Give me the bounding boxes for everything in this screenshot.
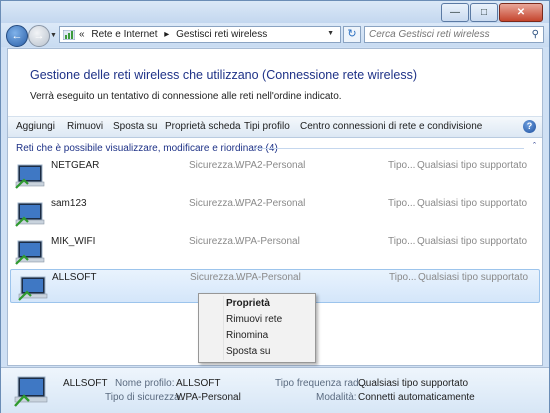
close-button[interactable]: ✕ (499, 3, 543, 22)
adapter-properties-button[interactable]: Proprietà scheda (165, 121, 241, 132)
details-network-name: ALLSOFT (63, 378, 108, 389)
profile-types-button[interactable]: Tipi profilo (244, 121, 290, 132)
network-name: sam123 (51, 198, 87, 209)
group-header[interactable]: Reti che è possibile visualizzare, modif… (16, 143, 278, 154)
security-label: Sicurezza... (189, 198, 242, 209)
page-subtitle: Verrà eseguito un tentativo di connessio… (30, 91, 342, 102)
group-divider (254, 148, 524, 149)
wireless-network-icon (14, 376, 48, 407)
forward-arrow-icon: → (33, 30, 45, 42)
wireless-network-icon (18, 276, 48, 301)
security-value: WPA-Personal (235, 236, 300, 247)
security-label: Sicurezza... (189, 236, 242, 247)
minimize-icon: — (450, 7, 460, 18)
context-menu: Proprietà Rimuovi rete Rinomina Sposta s… (198, 293, 316, 363)
search-input[interactable] (369, 28, 519, 41)
address-bar[interactable]: « Rete e Internet ▸ Gestisci reti wirele… (59, 26, 341, 43)
network-row[interactable]: MIK_WIFI Sicurezza... WPA-Personal Tipo.… (8, 234, 542, 268)
help-icon: ? (526, 121, 533, 131)
type-value: Qualsiasi tipo supportato (418, 272, 529, 283)
breadcrumb-item-gestisci-reti-wireless[interactable]: Gestisci reti wireless (176, 29, 267, 40)
menu-item-remove-network[interactable]: Rimuovi rete (226, 314, 282, 325)
network-name: MIK_WIFI (51, 236, 96, 247)
security-value: WPA2-Personal (235, 160, 306, 171)
type-label: Tipo... (388, 198, 416, 209)
security-label: Sicurezza... (189, 160, 242, 171)
details-pane: ALLSOFT Nome profilo: ALLSOFT Tipo di si… (1, 367, 549, 413)
back-button[interactable]: ← (6, 25, 28, 47)
collapse-chevron-icon[interactable]: ˆ (533, 141, 536, 151)
breadcrumb-overflow[interactable]: « (79, 29, 85, 40)
breadcrumb-item-rete-e-internet[interactable]: Rete e Internet (91, 29, 157, 40)
network-row[interactable]: NETGEAR Sicurezza... WPA2-Personal Tipo.… (8, 158, 542, 192)
security-type-value: WPA-Personal (176, 392, 241, 403)
title-bar[interactable]: — □ ✕ (1, 1, 549, 23)
page-title: Gestione delle reti wireless che utilizz… (30, 68, 417, 82)
menu-item-rename[interactable]: Rinomina (226, 330, 268, 341)
network-name: NETGEAR (51, 160, 100, 171)
menu-item-properties[interactable]: Proprietà (226, 298, 270, 309)
refresh-icon: ↻ (347, 28, 357, 40)
close-icon: ✕ (516, 7, 526, 18)
back-arrow-icon: ← (11, 30, 23, 42)
control-panel-icon (63, 30, 75, 40)
add-button[interactable]: Aggiungi (16, 121, 55, 132)
move-up-button[interactable]: Sposta su (113, 121, 157, 132)
minimize-button[interactable]: — (441, 3, 469, 22)
wireless-network-icon (15, 202, 45, 227)
search-icon[interactable]: ⚲ (532, 29, 539, 40)
type-value: Qualsiasi tipo supportato (417, 160, 528, 171)
type-label: Tipo... (389, 272, 417, 283)
maximize-icon: □ (480, 7, 488, 18)
recent-pages-dropdown-icon[interactable]: ▼ (50, 32, 57, 39)
security-value: WPA2-Personal (235, 198, 306, 209)
type-value: Qualsiasi tipo supportato (417, 236, 528, 247)
security-type-label: Tipo di sicurezza: (105, 392, 183, 403)
security-value: WPA-Personal (236, 272, 301, 283)
forward-button[interactable]: → (28, 25, 50, 47)
wireless-network-icon (15, 240, 45, 265)
refresh-button[interactable]: ↻ (343, 26, 361, 43)
window: — □ ✕ ← → ▼ « Rete e Internet ▸ Gestisci… (0, 0, 550, 413)
help-button[interactable]: ? (523, 120, 536, 133)
radio-frequency-value: Qualsiasi tipo supportato (358, 378, 469, 389)
network-row[interactable]: sam123 Sicurezza... WPA2-Personal Tipo..… (8, 196, 542, 230)
caption-buttons: — □ ✕ (440, 3, 543, 22)
remove-button[interactable]: Rimuovi (67, 121, 103, 132)
radio-frequency-label: Tipo frequenza rad... (275, 378, 367, 389)
network-name: ALLSOFT (52, 272, 97, 283)
address-bar-area: ← → ▼ « Rete e Internet ▸ Gestisci reti … (1, 23, 549, 47)
profile-name-label: Nome profilo: (115, 378, 175, 389)
search-box[interactable]: ⚲ (364, 26, 544, 43)
breadcrumb-separator[interactable]: ▸ (164, 29, 169, 40)
address-dropdown-icon[interactable]: ▼ (327, 30, 334, 37)
mode-label: Modalità: (316, 392, 357, 403)
menu-gutter (223, 296, 224, 360)
security-label: Sicurezza... (190, 272, 243, 283)
type-label: Tipo... (388, 236, 416, 247)
profile-name-value: ALLSOFT (176, 378, 221, 389)
menu-item-move-up[interactable]: Sposta su (226, 346, 270, 357)
network-sharing-center-button[interactable]: Centro connessioni di rete e condivision… (300, 121, 482, 132)
maximize-button[interactable]: □ (470, 3, 498, 22)
wireless-network-icon (15, 164, 45, 189)
type-label: Tipo... (388, 160, 416, 171)
mode-value: Connetti automaticamente (358, 392, 475, 403)
command-bar: Aggiungi Rimuovi Sposta su Proprietà sch… (8, 116, 542, 138)
type-value: Qualsiasi tipo supportato (417, 198, 528, 209)
breadcrumb: « Rete e Internet ▸ Gestisci reti wirele… (79, 29, 271, 40)
